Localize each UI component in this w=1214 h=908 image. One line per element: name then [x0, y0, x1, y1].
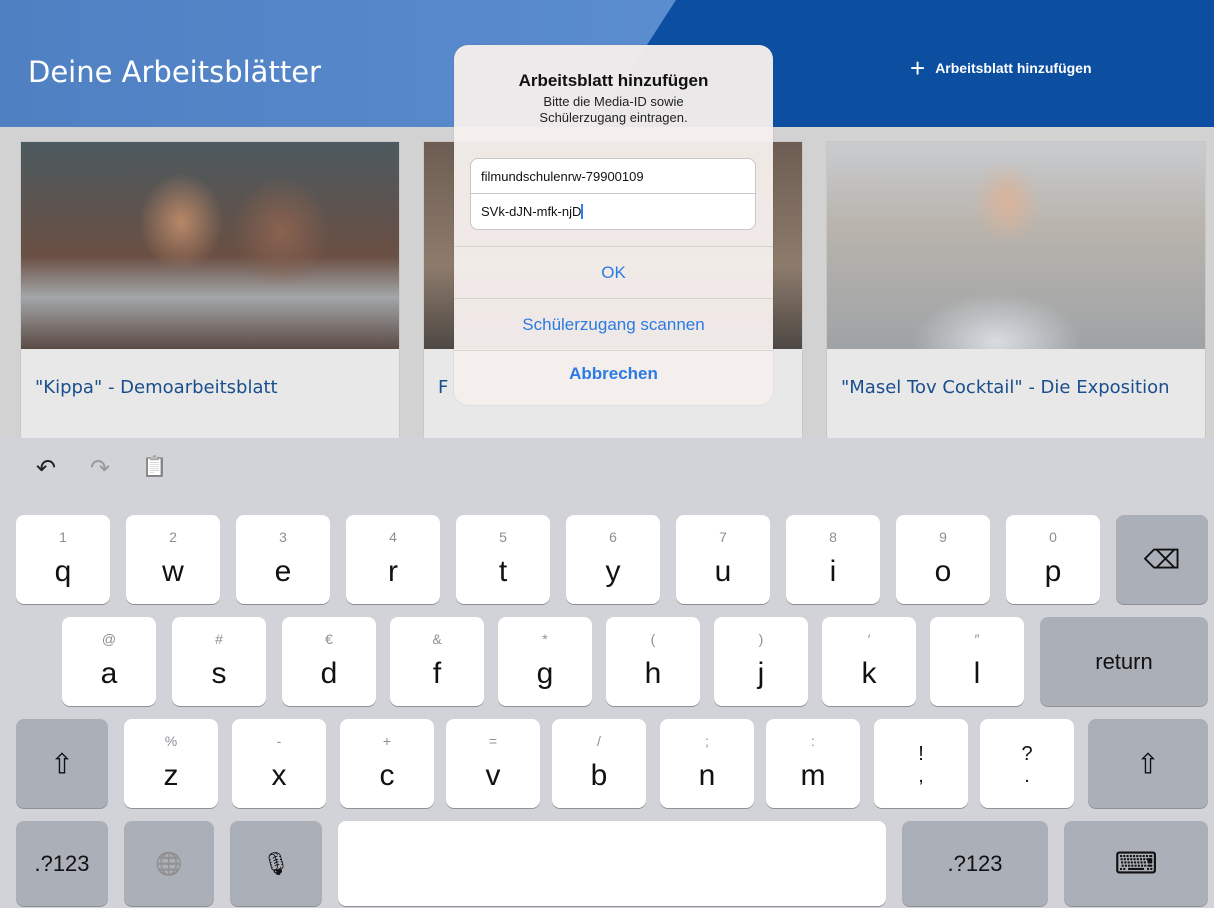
key-e[interactable]: 3e — [236, 515, 330, 604]
keyboard-dismiss-icon: ⌨ — [1114, 847, 1158, 880]
worksheet-title: "Masel Tov Cocktail" - Die Exposition — [841, 377, 1170, 398]
onscreen-keyboard: ↶ ↷ 📋 1q 2w 3e 4r 5t 6y 7u 8i 9o 0p ⌫ @ a… — [0, 438, 1214, 908]
media-id-value: filmundschulenrw-79900109 — [481, 169, 644, 184]
key-d[interactable]: € d — [282, 617, 376, 706]
key-q[interactable]: 1q — [16, 515, 110, 604]
key-z[interactable]: % z — [124, 719, 218, 808]
worksheet-title: "Kippa" - Demoarbeitsblatt — [35, 377, 278, 398]
add-worksheet-button[interactable]: + Arbeitsblatt hinzufügen — [910, 53, 1092, 83]
key-j[interactable]: ) j — [714, 617, 808, 706]
hide-keyboard-key[interactable]: ⌨ — [1064, 821, 1208, 906]
key-o[interactable]: 9o — [896, 515, 990, 604]
media-id-field[interactable]: filmundschulenrw-79900109 — [470, 158, 756, 194]
page-title: Deine Arbeitsblätter — [28, 55, 321, 89]
key-v[interactable]: = v — [446, 719, 540, 808]
key-b[interactable]: / b — [552, 719, 646, 808]
worksheet-thumbnail — [21, 142, 399, 349]
worksheet-thumbnail — [827, 142, 1205, 349]
redo-icon[interactable]: ↷ — [90, 454, 110, 483]
key-m[interactable]: :m — [766, 719, 860, 808]
text-cursor — [581, 204, 584, 219]
key-s[interactable]: # s — [172, 617, 266, 706]
undo-icon[interactable]: ↶ — [36, 454, 56, 483]
scan-access-button[interactable]: Schülerzugang scannen — [454, 298, 773, 350]
key-y[interactable]: 6y — [566, 515, 660, 604]
student-access-field[interactable]: SVk-dJN-mfk-njD — [470, 194, 756, 230]
key-h[interactable]: (h — [606, 617, 700, 706]
key-a[interactable]: @ a — [62, 617, 156, 706]
student-access-value: SVk-dJN-mfk-njD — [481, 204, 582, 219]
numbers-key-right[interactable]: .?123 — [902, 821, 1048, 906]
paste-icon[interactable]: 📋 — [142, 454, 167, 479]
key-x[interactable]: -x — [232, 719, 326, 808]
shift-left-key[interactable]: ⇧ — [16, 719, 108, 808]
key-c[interactable]: + c — [340, 719, 434, 808]
shift-icon: ⇧ — [50, 748, 74, 779]
key-n[interactable]: ; n — [660, 719, 754, 808]
return-label: return — [1095, 648, 1153, 674]
plus-icon: + — [910, 53, 926, 83]
key-r[interactable]: 4r — [346, 515, 440, 604]
globe-key[interactable]: 🌐 — [124, 821, 214, 906]
globe-icon: 🌐 — [155, 850, 183, 876]
worksheet-card[interactable]: "Kippa" - Demoarbeitsblatt — [20, 141, 400, 441]
key-w[interactable]: 2w — [126, 515, 220, 604]
key-l[interactable]: ″ l — [930, 617, 1024, 706]
microphone-icon: 🎙 — [262, 850, 290, 876]
shift-right-key[interactable]: ⇧ — [1088, 719, 1208, 808]
key-k[interactable]: ′ k — [822, 617, 916, 706]
add-worksheet-label: Arbeitsblatt hinzufügen — [935, 60, 1092, 76]
key-t[interactable]: 5t — [456, 515, 550, 604]
space-key[interactable] — [338, 821, 886, 906]
cancel-button[interactable]: Abbrechen — [454, 350, 773, 402]
key-exclamation-comma[interactable]: ! , — [874, 719, 968, 808]
add-worksheet-dialog: Arbeitsblatt hinzufügen Bitte die Media-… — [454, 45, 773, 405]
dictation-key[interactable]: 🎙 — [230, 821, 322, 906]
backspace-icon: ⌫ — [1143, 544, 1181, 574]
dialog-title: Arbeitsblatt hinzufügen — [518, 71, 709, 90]
backspace-key[interactable]: ⌫ — [1116, 515, 1208, 604]
worksheet-card[interactable]: "Masel Tov Cocktail" - Die Exposition — [826, 141, 1206, 441]
ok-button[interactable]: OK — [454, 246, 773, 298]
return-key[interactable]: return — [1040, 617, 1208, 706]
key-f[interactable]: & f — [390, 617, 484, 706]
numbers-key-left[interactable]: .?123 — [16, 821, 108, 906]
key-u[interactable]: 7u — [676, 515, 770, 604]
key-g[interactable]: * g — [498, 617, 592, 706]
keyboard-shortcut-bar: ↶ ↷ 📋 — [0, 438, 1214, 506]
shift-icon: ⇧ — [1136, 748, 1160, 779]
dialog-message: Bitte die Media-ID sowie Schülerzugang e… — [539, 94, 688, 125]
key-p[interactable]: 0p — [1006, 515, 1100, 604]
key-question-period[interactable]: ? . — [980, 719, 1074, 808]
key-i[interactable]: 8i — [786, 515, 880, 604]
